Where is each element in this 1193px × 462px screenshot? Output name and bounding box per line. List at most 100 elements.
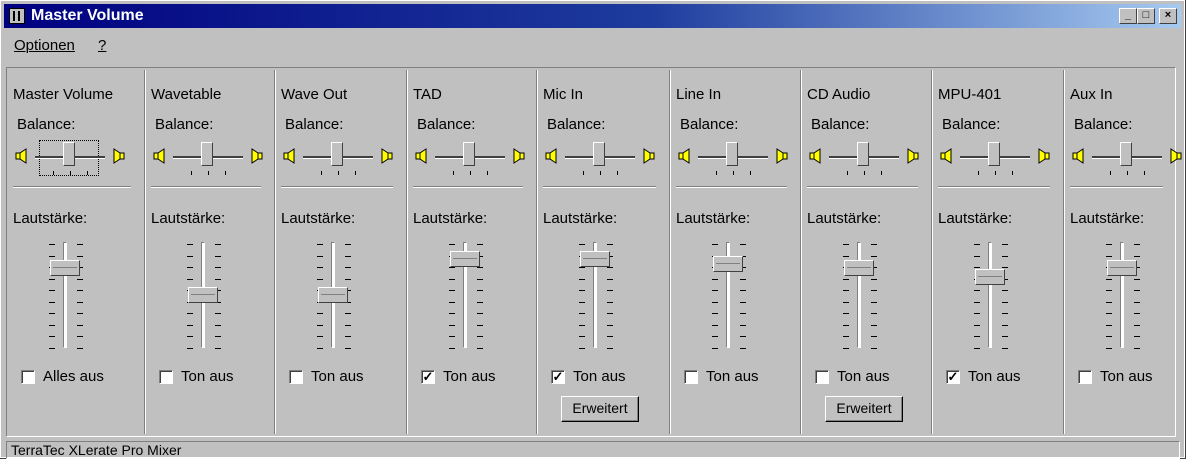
volume-tick [1134,244,1140,245]
mute-checkbox-label[interactable]: Ton aus [837,368,890,385]
balance-label: Balance: [417,116,476,133]
mute-checkbox[interactable] [159,370,173,384]
advanced-button[interactable]: Erweitert [561,396,639,422]
balance-thumb[interactable] [593,142,605,166]
volume-tick [449,324,455,326]
balance-thumb[interactable] [988,142,1000,166]
mute-checkbox-label[interactable]: Ton aus [181,368,234,385]
mute-checkbox[interactable] [684,370,698,384]
volume-tick [187,313,193,314]
volume-tick [77,324,83,326]
balance-thumb[interactable] [201,142,213,166]
maximize-button[interactable]: □ [1137,8,1155,24]
balance-slider[interactable] [415,140,527,180]
balance-thumb[interactable] [1120,142,1132,166]
mute-checkbox[interactable]: ✓ [946,370,960,384]
mute-checkbox-label[interactable]: Ton aus [706,368,759,385]
volume-thumb[interactable] [975,269,1005,285]
volume-thumb[interactable] [844,260,874,276]
volume-thumb[interactable] [50,260,80,276]
balance-thumb[interactable] [63,142,75,166]
volume-tick [477,336,483,337]
volume-tick [712,324,718,326]
volume-tick [317,347,323,349]
volume-tick [843,301,849,303]
volume-tick [1134,255,1140,257]
volume-tick [1134,336,1140,337]
balance-thumb[interactable] [331,142,343,166]
mute-checkbox-label[interactable]: Ton aus [311,368,364,385]
volume-tick [843,313,849,314]
speaker-left-icon [153,148,167,164]
volume-label: Lautstärke: [676,210,751,227]
balance-slider[interactable] [678,140,790,180]
volume-thumb[interactable] [188,287,218,303]
volume-tick [871,301,877,303]
volume-thumb[interactable] [318,287,348,303]
volume-tick [345,347,351,349]
volume-tick [1134,324,1140,326]
balance-label: Balance: [680,116,739,133]
volume-track[interactable] [1120,242,1124,348]
balance-thumb[interactable] [857,142,869,166]
mute-checkbox-label[interactable]: Ton aus [968,368,1021,385]
balance-slider[interactable] [15,140,127,180]
volume-thumb[interactable] [580,251,610,267]
volume-tick [215,244,221,245]
volume-tick [317,255,323,257]
volume-tick [607,290,613,291]
mute-checkbox[interactable]: ✓ [551,370,565,384]
title-bar[interactable]: Master Volume _ □ × [4,4,1181,28]
volume-track[interactable] [63,242,67,348]
balance-slider[interactable] [545,140,657,180]
mute-checkbox[interactable] [289,370,303,384]
volume-tick [1106,324,1112,326]
mute-checkbox-label[interactable]: Ton aus [1100,368,1153,385]
menu-help[interactable]: ? [98,37,106,54]
speaker-right-icon [1036,148,1050,164]
volume-tick [345,324,351,326]
volume-tick [871,347,877,349]
mute-checkbox[interactable] [815,370,829,384]
balance-slider[interactable] [940,140,1052,180]
volume-thumb[interactable] [713,256,743,272]
mute-checkbox[interactable] [21,370,35,384]
mute-checkbox-label[interactable]: Ton aus [443,368,496,385]
volume-thumb[interactable] [450,251,480,267]
close-button[interactable]: × [1159,8,1177,24]
mute-checkbox[interactable]: ✓ [421,370,435,384]
volume-tick [712,290,718,291]
minimize-button[interactable]: _ [1119,8,1137,24]
volume-tick [1106,278,1112,280]
balance-thumb[interactable] [726,142,738,166]
volume-tick [607,244,613,245]
volume-track[interactable] [857,242,861,348]
mute-checkbox-label[interactable]: Ton aus [573,368,626,385]
volume-tick [607,301,613,303]
volume-tick [187,267,193,268]
speaker-right-icon [774,148,788,164]
channel-divider [1070,186,1163,188]
mute-checkbox[interactable] [1078,370,1092,384]
volume-thumb[interactable] [1107,260,1137,276]
balance-slider[interactable] [1072,140,1184,180]
balance-slider[interactable] [283,140,395,180]
balance-slider[interactable] [153,140,265,180]
balance-ticks [319,171,359,175]
volume-tick [740,290,746,291]
mixer-window: Master Volume _ □ × Optionen ? Master Vo… [0,0,1186,459]
volume-tick [449,313,455,314]
menu-optionen[interactable]: Optionen [14,37,75,54]
mute-checkbox-label[interactable]: Alles aus [43,368,104,385]
channel-name: Wave Out [281,86,348,103]
advanced-button[interactable]: Erweitert [825,396,903,422]
balance-ticks [714,171,754,175]
volume-tick [345,244,351,245]
volume-tick [187,347,193,349]
balance-slider[interactable] [809,140,921,180]
balance-thumb[interactable] [463,142,475,166]
volume-label: Lautstärke: [807,210,882,227]
channel-divider [676,186,787,188]
mixer-app-icon[interactable] [9,8,25,24]
volume-track[interactable] [988,242,992,348]
